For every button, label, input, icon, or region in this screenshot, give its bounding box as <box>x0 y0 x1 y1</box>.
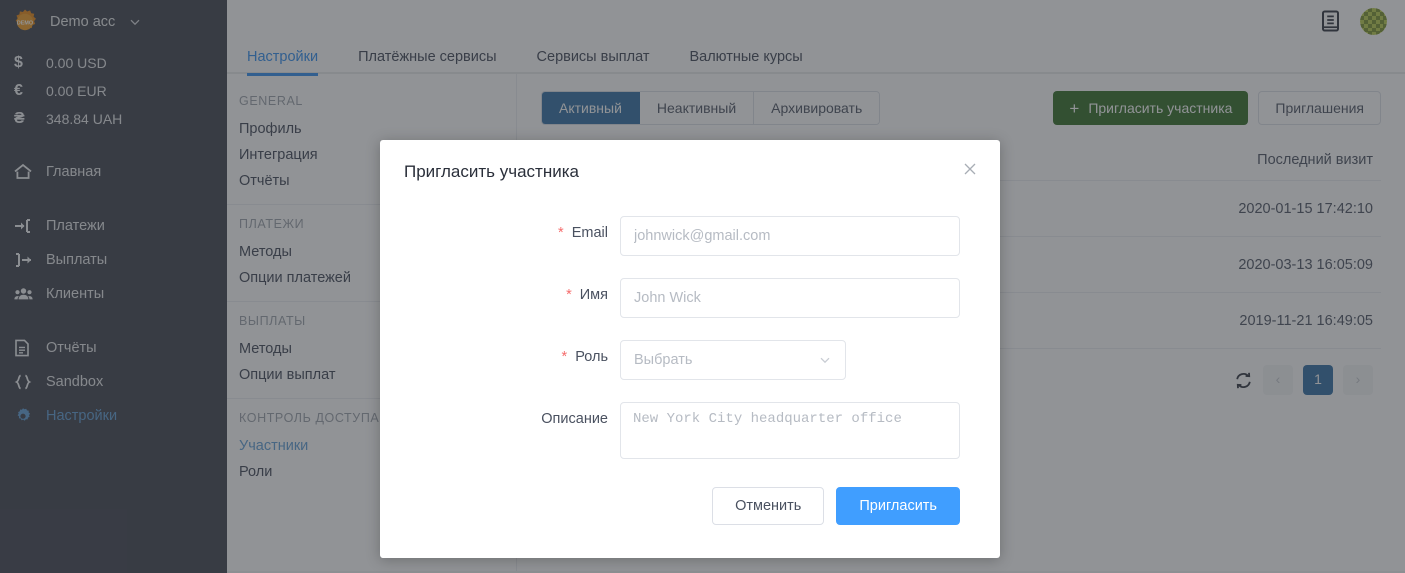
email-label: * Email <box>402 216 620 241</box>
dialog-header: Пригласить участника <box>380 140 1000 182</box>
role-label: * Роль <box>402 340 620 365</box>
invite-member-dialog: Пригласить участника * Email * <box>380 140 1000 558</box>
role-select[interactable]: Выбрать <box>620 340 846 380</box>
field-row-role: * Роль Выбрать <box>402 340 960 380</box>
dialog-footer: Отменить Пригласить <box>380 481 1000 525</box>
dialog-title: Пригласить участника <box>404 162 579 181</box>
role-select-value: Выбрать <box>634 352 693 368</box>
name-field[interactable] <box>620 278 960 318</box>
field-row-description: Описание <box>402 402 960 459</box>
description-label: Описание <box>541 411 608 427</box>
email-field[interactable] <box>620 216 960 256</box>
cancel-button[interactable]: Отменить <box>712 487 825 525</box>
chevron-down-icon <box>818 353 832 367</box>
app-root: DEMO Demo acc $ 0.00 USD € 0.00 EUR ₴ 34… <box>0 0 1405 573</box>
name-label: * Имя <box>402 278 620 303</box>
description-field[interactable] <box>620 402 960 459</box>
required-asterisk: * <box>558 225 564 241</box>
name-label-text: Имя <box>579 287 608 303</box>
dialog-body: * Email * Имя * Роль <box>380 182 1000 459</box>
field-row-email: * Email <box>402 216 960 256</box>
required-asterisk: * <box>566 287 572 303</box>
required-asterisk: * <box>561 349 568 365</box>
submit-invite-button[interactable]: Пригласить <box>836 487 960 525</box>
field-row-name: * Имя <box>402 278 960 318</box>
email-label-text: Email <box>571 225 608 241</box>
close-icon[interactable] <box>960 159 980 179</box>
role-label-text: Роль <box>575 349 608 365</box>
